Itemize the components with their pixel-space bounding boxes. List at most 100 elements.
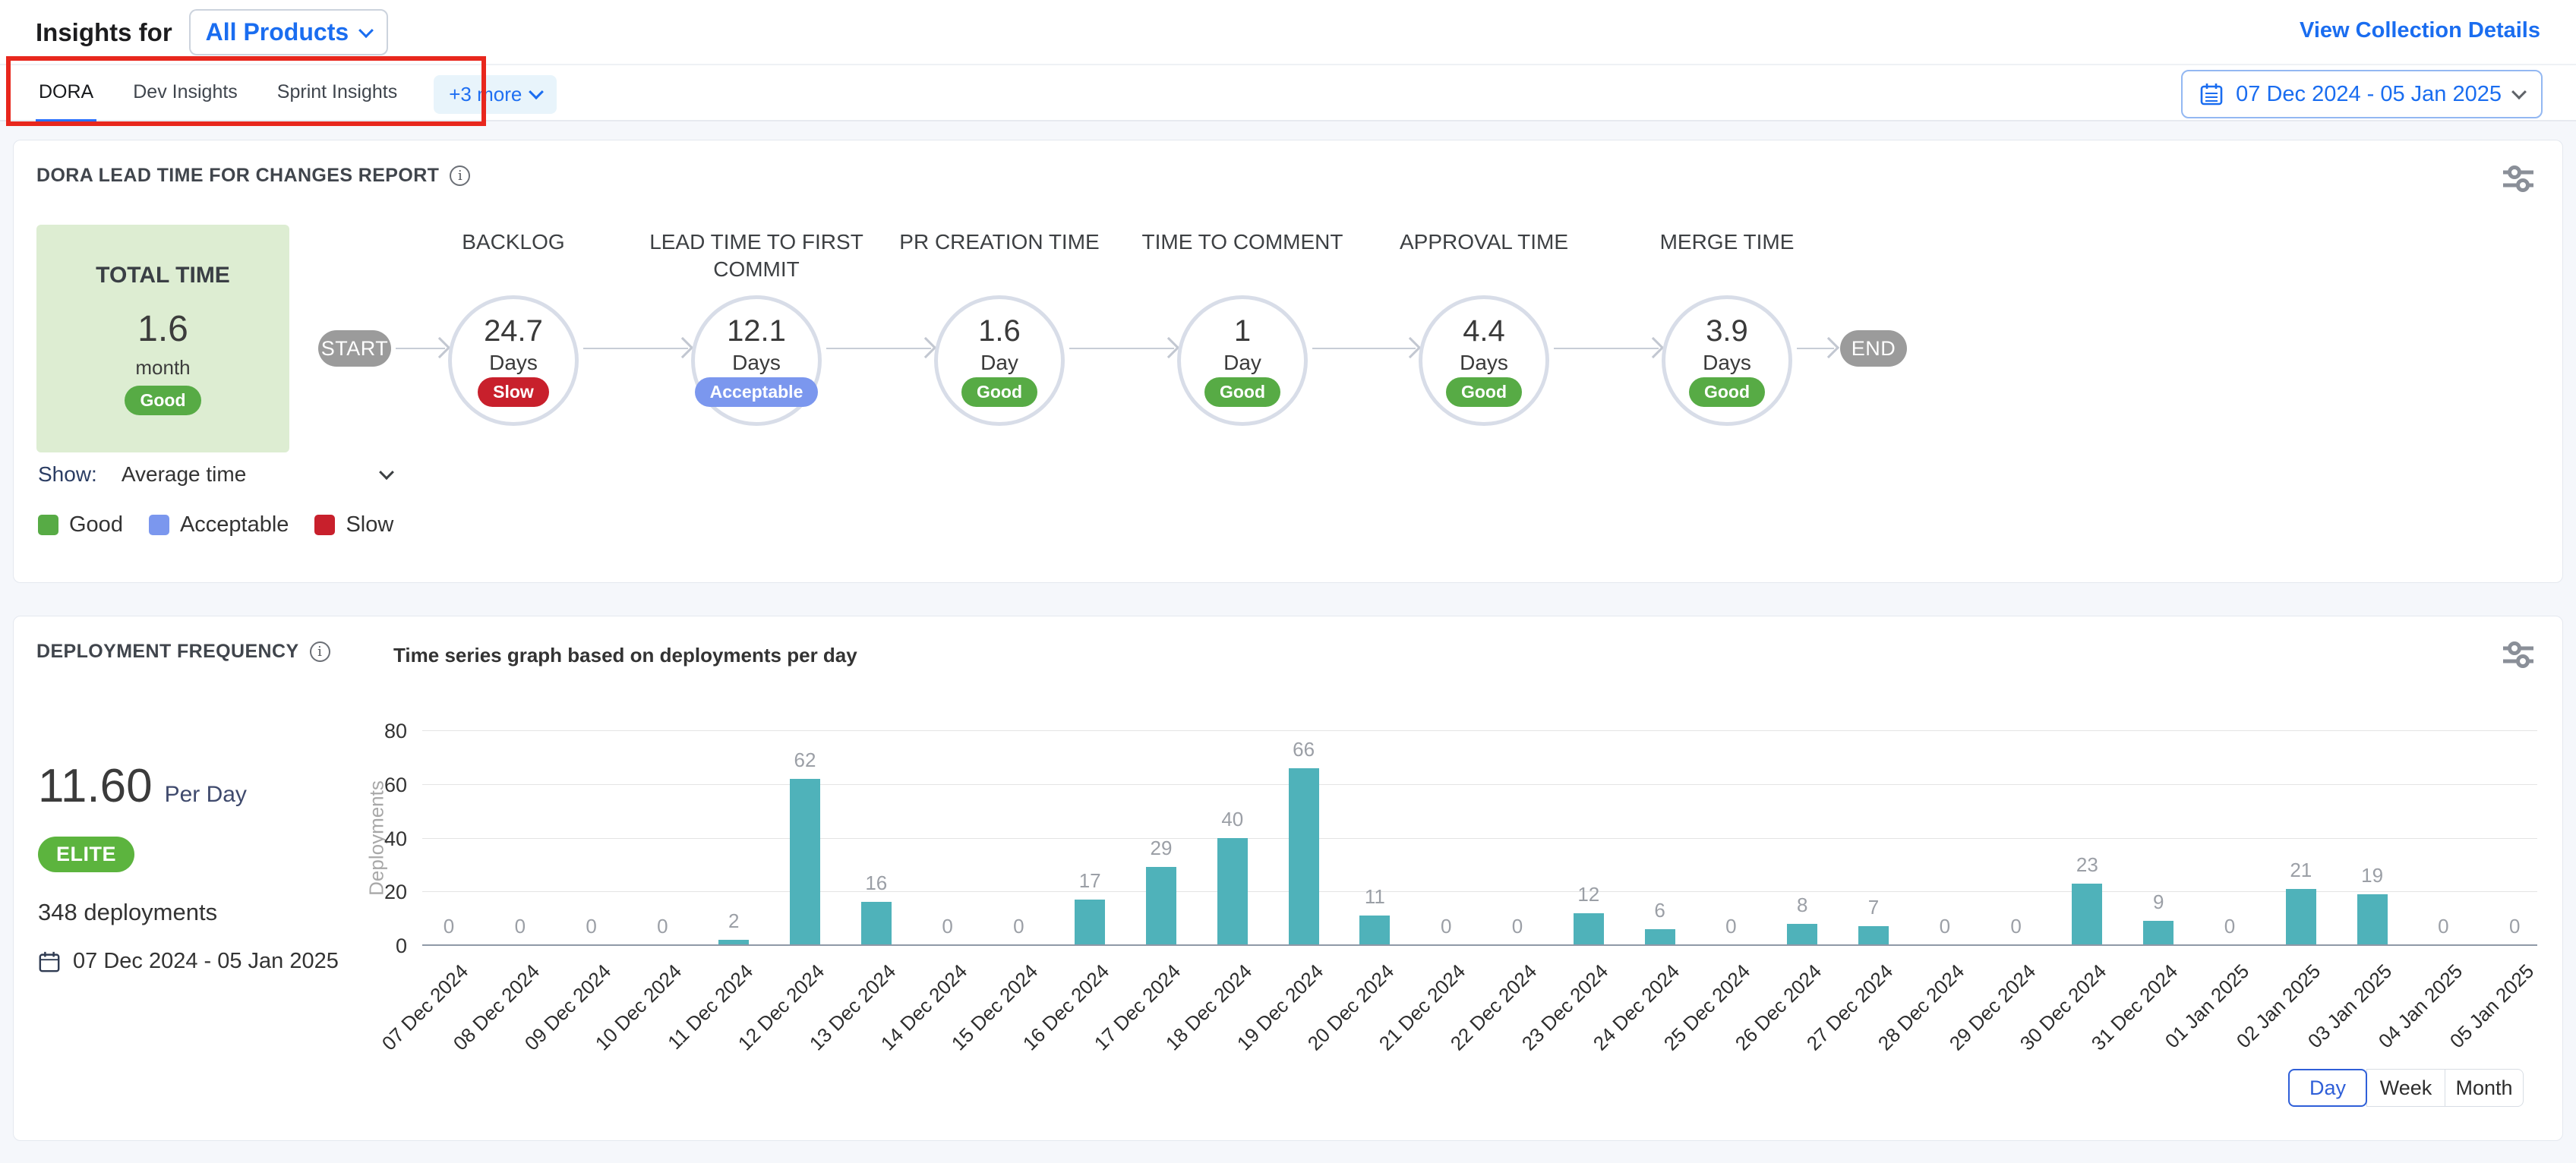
bar-value-label: 16	[842, 871, 911, 895]
granularity-toggle: DayWeekMonth	[2288, 1069, 2524, 1107]
x-tick-label: 30 Dec 2024	[1966, 960, 2112, 1105]
bar-value-label: 66	[1270, 738, 1338, 761]
page-title: Insights for	[36, 18, 172, 47]
deployments-per-day-value: 11.60	[38, 759, 153, 813]
bar-12-Dec-2024[interactable]	[790, 779, 820, 945]
x-tick-label: 13 Dec 2024	[755, 960, 901, 1105]
total-deployments: 348 deployments	[38, 899, 217, 926]
bar-value-label: 0	[486, 915, 554, 938]
bar-31-Dec-2024[interactable]	[2143, 921, 2174, 945]
show-label: Show:	[38, 462, 97, 487]
bar-value-label: 0	[1412, 915, 1480, 938]
granularity-week-button[interactable]: Week	[2366, 1069, 2445, 1107]
bar-value-label: 62	[771, 749, 839, 772]
bar-26-Dec-2024[interactable]	[1787, 924, 1817, 945]
bar-13-Dec-2024[interactable]	[861, 902, 892, 945]
stage-value: 12.1	[727, 314, 786, 348]
legend-item-acceptable: Acceptable	[149, 512, 289, 537]
deployment-date-range-value: 07 Dec 2024 - 05 Jan 2025	[73, 949, 339, 974]
x-tick-label: 24 Dec 2024	[1539, 960, 1684, 1105]
stage-circle[interactable]: 3.9DaysGood	[1662, 295, 1792, 426]
x-tick-label: 23 Dec 2024	[1467, 960, 1613, 1105]
stage-circle[interactable]: 12.1DaysAcceptable	[691, 295, 822, 426]
bar-value-label: 17	[1056, 869, 1124, 893]
bar-value-label: 11	[1340, 885, 1409, 909]
bar-17-Dec-2024[interactable]	[1146, 867, 1176, 945]
dora-lead-time-card: DORA LEAD TIME FOR CHANGES REPORT TOTAL …	[13, 140, 2563, 583]
chart-settings-icon[interactable]	[2502, 639, 2537, 670]
insight-tabs: DORA Dev Insights Sprint Insights +3 more	[36, 65, 557, 123]
stage-circle[interactable]: 1.6 DayGood	[934, 295, 1065, 426]
stage-backlog: BACKLOG 24.7DaysSlow	[392, 229, 635, 426]
bar-30-Dec-2024[interactable]	[2072, 884, 2102, 945]
bar-23-Dec-2024[interactable]	[1574, 913, 1604, 945]
bar-value-label: 0	[914, 915, 982, 938]
x-tick-label: 11 Dec 2024	[612, 960, 758, 1105]
bar-value-label: 23	[2053, 853, 2121, 877]
y-tick-label: 80	[354, 720, 407, 743]
more-tabs-dropdown[interactable]: +3 more	[434, 75, 557, 114]
stage-approval-time: APPROVAL TIME4.4DaysGood	[1362, 229, 1605, 426]
show-metric-dropdown[interactable]: Show: Average time	[38, 462, 392, 487]
bar-03-Jan-2025[interactable]	[2357, 894, 2388, 945]
stage-lead-time-to-first-commit: LEAD TIME TO FIRST COMMIT12.1DaysAccepta…	[635, 229, 878, 426]
flow-start-pill: START	[318, 330, 391, 367]
bar-value-label: 0	[628, 915, 696, 938]
calendar-icon	[38, 950, 61, 973]
gridline-40	[422, 838, 2537, 839]
date-range-picker[interactable]: 07 Dec 2024 - 05 Jan 2025	[2181, 70, 2543, 118]
stage-title: BACKLOG	[392, 229, 635, 283]
x-tick-label: 26 Dec 2024	[1681, 960, 1826, 1105]
info-icon[interactable]	[310, 641, 330, 662]
stage-unit: Day	[980, 351, 1018, 375]
bar-16-Dec-2024[interactable]	[1075, 900, 1105, 945]
x-tick-label: 25 Dec 2024	[1610, 960, 1756, 1105]
stage-circle[interactable]: 1DayGood	[1177, 295, 1308, 426]
bar-19-Dec-2024[interactable]	[1289, 768, 1319, 945]
bar-20-Dec-2024[interactable]	[1359, 916, 1390, 945]
bar-value-label: 29	[1127, 837, 1195, 860]
stage-status-badge: Acceptable	[695, 377, 819, 407]
bar-24-Dec-2024[interactable]	[1645, 929, 1675, 945]
legend-swatch	[314, 515, 335, 535]
flow-end-pill: END	[1840, 330, 1907, 367]
status-legend: GoodAcceptableSlow	[38, 512, 393, 537]
bar-value-label: 12	[1555, 883, 1623, 906]
view-collection-details-link[interactable]: View Collection Details	[2300, 18, 2540, 43]
bar-02-Jan-2025[interactable]	[2286, 889, 2316, 945]
stage-value: 24.7	[484, 314, 543, 348]
x-tick-label: 31 Dec 2024	[2037, 960, 2183, 1105]
bar-value-label: 6	[1626, 899, 1694, 922]
stage-circle[interactable]: 24.7DaysSlow	[448, 295, 579, 426]
stage-value: 1.6	[978, 314, 1021, 348]
deployments-per-day-unit: Per Day	[165, 782, 247, 808]
x-tick-label: 21 Dec 2024	[1324, 960, 1470, 1105]
x-tick-label: 20 Dec 2024	[1254, 960, 1400, 1105]
bar-value-label: 9	[2124, 890, 2192, 914]
collection-selector[interactable]: All Products	[189, 9, 388, 55]
stage-value: 4.4	[1463, 314, 1505, 348]
bar-27-Dec-2024[interactable]	[1858, 926, 1889, 945]
legend-item-good: Good	[38, 512, 123, 537]
stage-status-badge: Good	[961, 377, 1037, 407]
x-tick-label: 07 Dec 2024	[327, 960, 473, 1105]
show-value: Average time	[122, 462, 246, 487]
bar-18-Dec-2024[interactable]	[1217, 838, 1248, 946]
x-tick-label: 01 Jan 2025	[2108, 960, 2254, 1105]
chevron-down-icon	[358, 23, 374, 38]
stage-status-badge: Good	[1204, 377, 1280, 407]
stage-circle[interactable]: 4.4DaysGood	[1419, 295, 1549, 426]
legend-swatch	[149, 515, 169, 535]
stage-unit: Day	[1223, 351, 1261, 375]
tab-sprint-insights[interactable]: Sprint Insights	[274, 65, 400, 123]
bar-value-label: 40	[1198, 808, 1267, 831]
tab-dora[interactable]: DORA	[36, 65, 96, 123]
x-tick-label: 15 Dec 2024	[898, 960, 1043, 1105]
granularity-month-button[interactable]: Month	[2445, 1069, 2524, 1107]
chevron-down-icon	[379, 465, 394, 480]
granularity-day-button[interactable]: Day	[2288, 1069, 2367, 1107]
x-tick-label: 27 Dec 2024	[1752, 960, 1898, 1105]
bar-value-label: 19	[2338, 864, 2407, 887]
date-range-value: 07 Dec 2024 - 05 Jan 2025	[2236, 82, 2502, 107]
tab-dev-insights[interactable]: Dev Insights	[130, 65, 241, 123]
